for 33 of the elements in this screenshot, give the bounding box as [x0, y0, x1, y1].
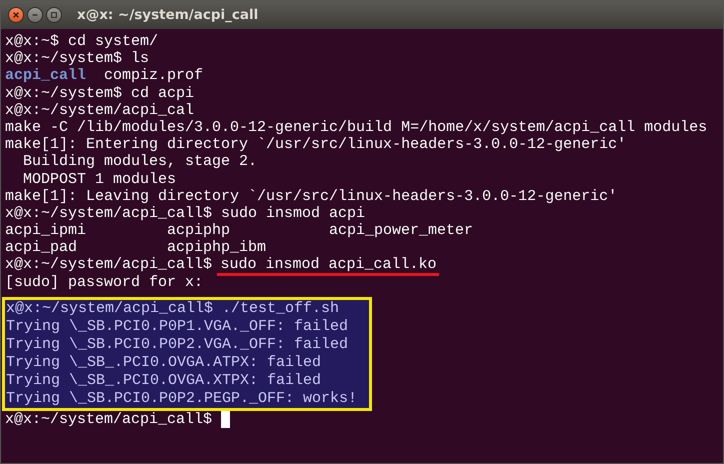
- terminal-line: make[1]: Leaving directory `/usr/src/linux-headers-3.0.0-12-generic': [5, 188, 618, 205]
- terminal-line: x@x:~/system$ cd acpi: [5, 84, 196, 102]
- listing-entry: acpi_pad: [5, 239, 78, 256]
- terminal-line: Building modules, stage 2.: [22, 153, 258, 170]
- terminal-line: Trying \_SB.PCI0.P0P1.VGA._OFF: failed: [6, 318, 350, 336]
- terminal-prompt: x@x:~/system/acpi_call$: [5, 256, 212, 274]
- terminal-line: x@x:~$ cd system/: [5, 33, 160, 50]
- terminal-line: Trying \_SB.PCI0.P0P2.PEGP._OFF: works!: [6, 390, 358, 408]
- window-title: x@x: ~/system/acpi_call: [77, 7, 258, 23]
- underlined-command: sudo insmod acpi_call.ko: [217, 256, 440, 276]
- maximize-icon: [50, 11, 58, 19]
- terminal-line: MODPOST 1 modules: [22, 170, 178, 188]
- terminal-line: x@x:~/system/acpi_call$ ./test_off.sh: [6, 300, 340, 318]
- listing-entry: acpi_call: [5, 67, 86, 85]
- listing-entry: acpi_power_meter: [329, 222, 474, 240]
- terminal-line: [sudo] password for x:: [5, 274, 204, 291]
- terminal-line: x@x:~/system$ ls: [5, 50, 150, 68]
- terminal-line: Trying \_SB_.PCI0.OVGA.XTPX: failed: [6, 372, 322, 390]
- terminal-line: Trying \_SB_.PCI0.OVGA.ATPX: failed: [6, 354, 322, 372]
- terminal-line: x@x:~/system/acpi_cal: [5, 102, 196, 119]
- minimize-button[interactable]: [27, 7, 43, 23]
- terminal-prompt: x@x:~/system/acpi_call$: [5, 410, 212, 428]
- terminal-line: x@x:~/system/acpi_call$ sudo insmod acpi: [5, 204, 366, 222]
- listing-entry: acpi_ipmi: [5, 222, 88, 240]
- listing-entry: compiz.prof: [104, 67, 204, 85]
- listing-entry: acpiphp_ibm: [167, 239, 268, 256]
- close-button[interactable]: [8, 7, 24, 23]
- close-icon: [12, 11, 20, 19]
- terminal-line: Trying \_SB.PCI0.P0P2.VGA._OFF: failed: [6, 336, 350, 354]
- listing-entry: acpiphp: [167, 222, 232, 240]
- maximize-button[interactable]: [46, 7, 62, 23]
- terminal-line: make -C /lib/modules/3.0.0-12-generic/build M=/home/x/system/acpi_call modules: [5, 118, 708, 136]
- terminal-line: make[1]: Entering directory `/usr/src/linux-headers-3.0.0-12-generic': [5, 136, 628, 154]
